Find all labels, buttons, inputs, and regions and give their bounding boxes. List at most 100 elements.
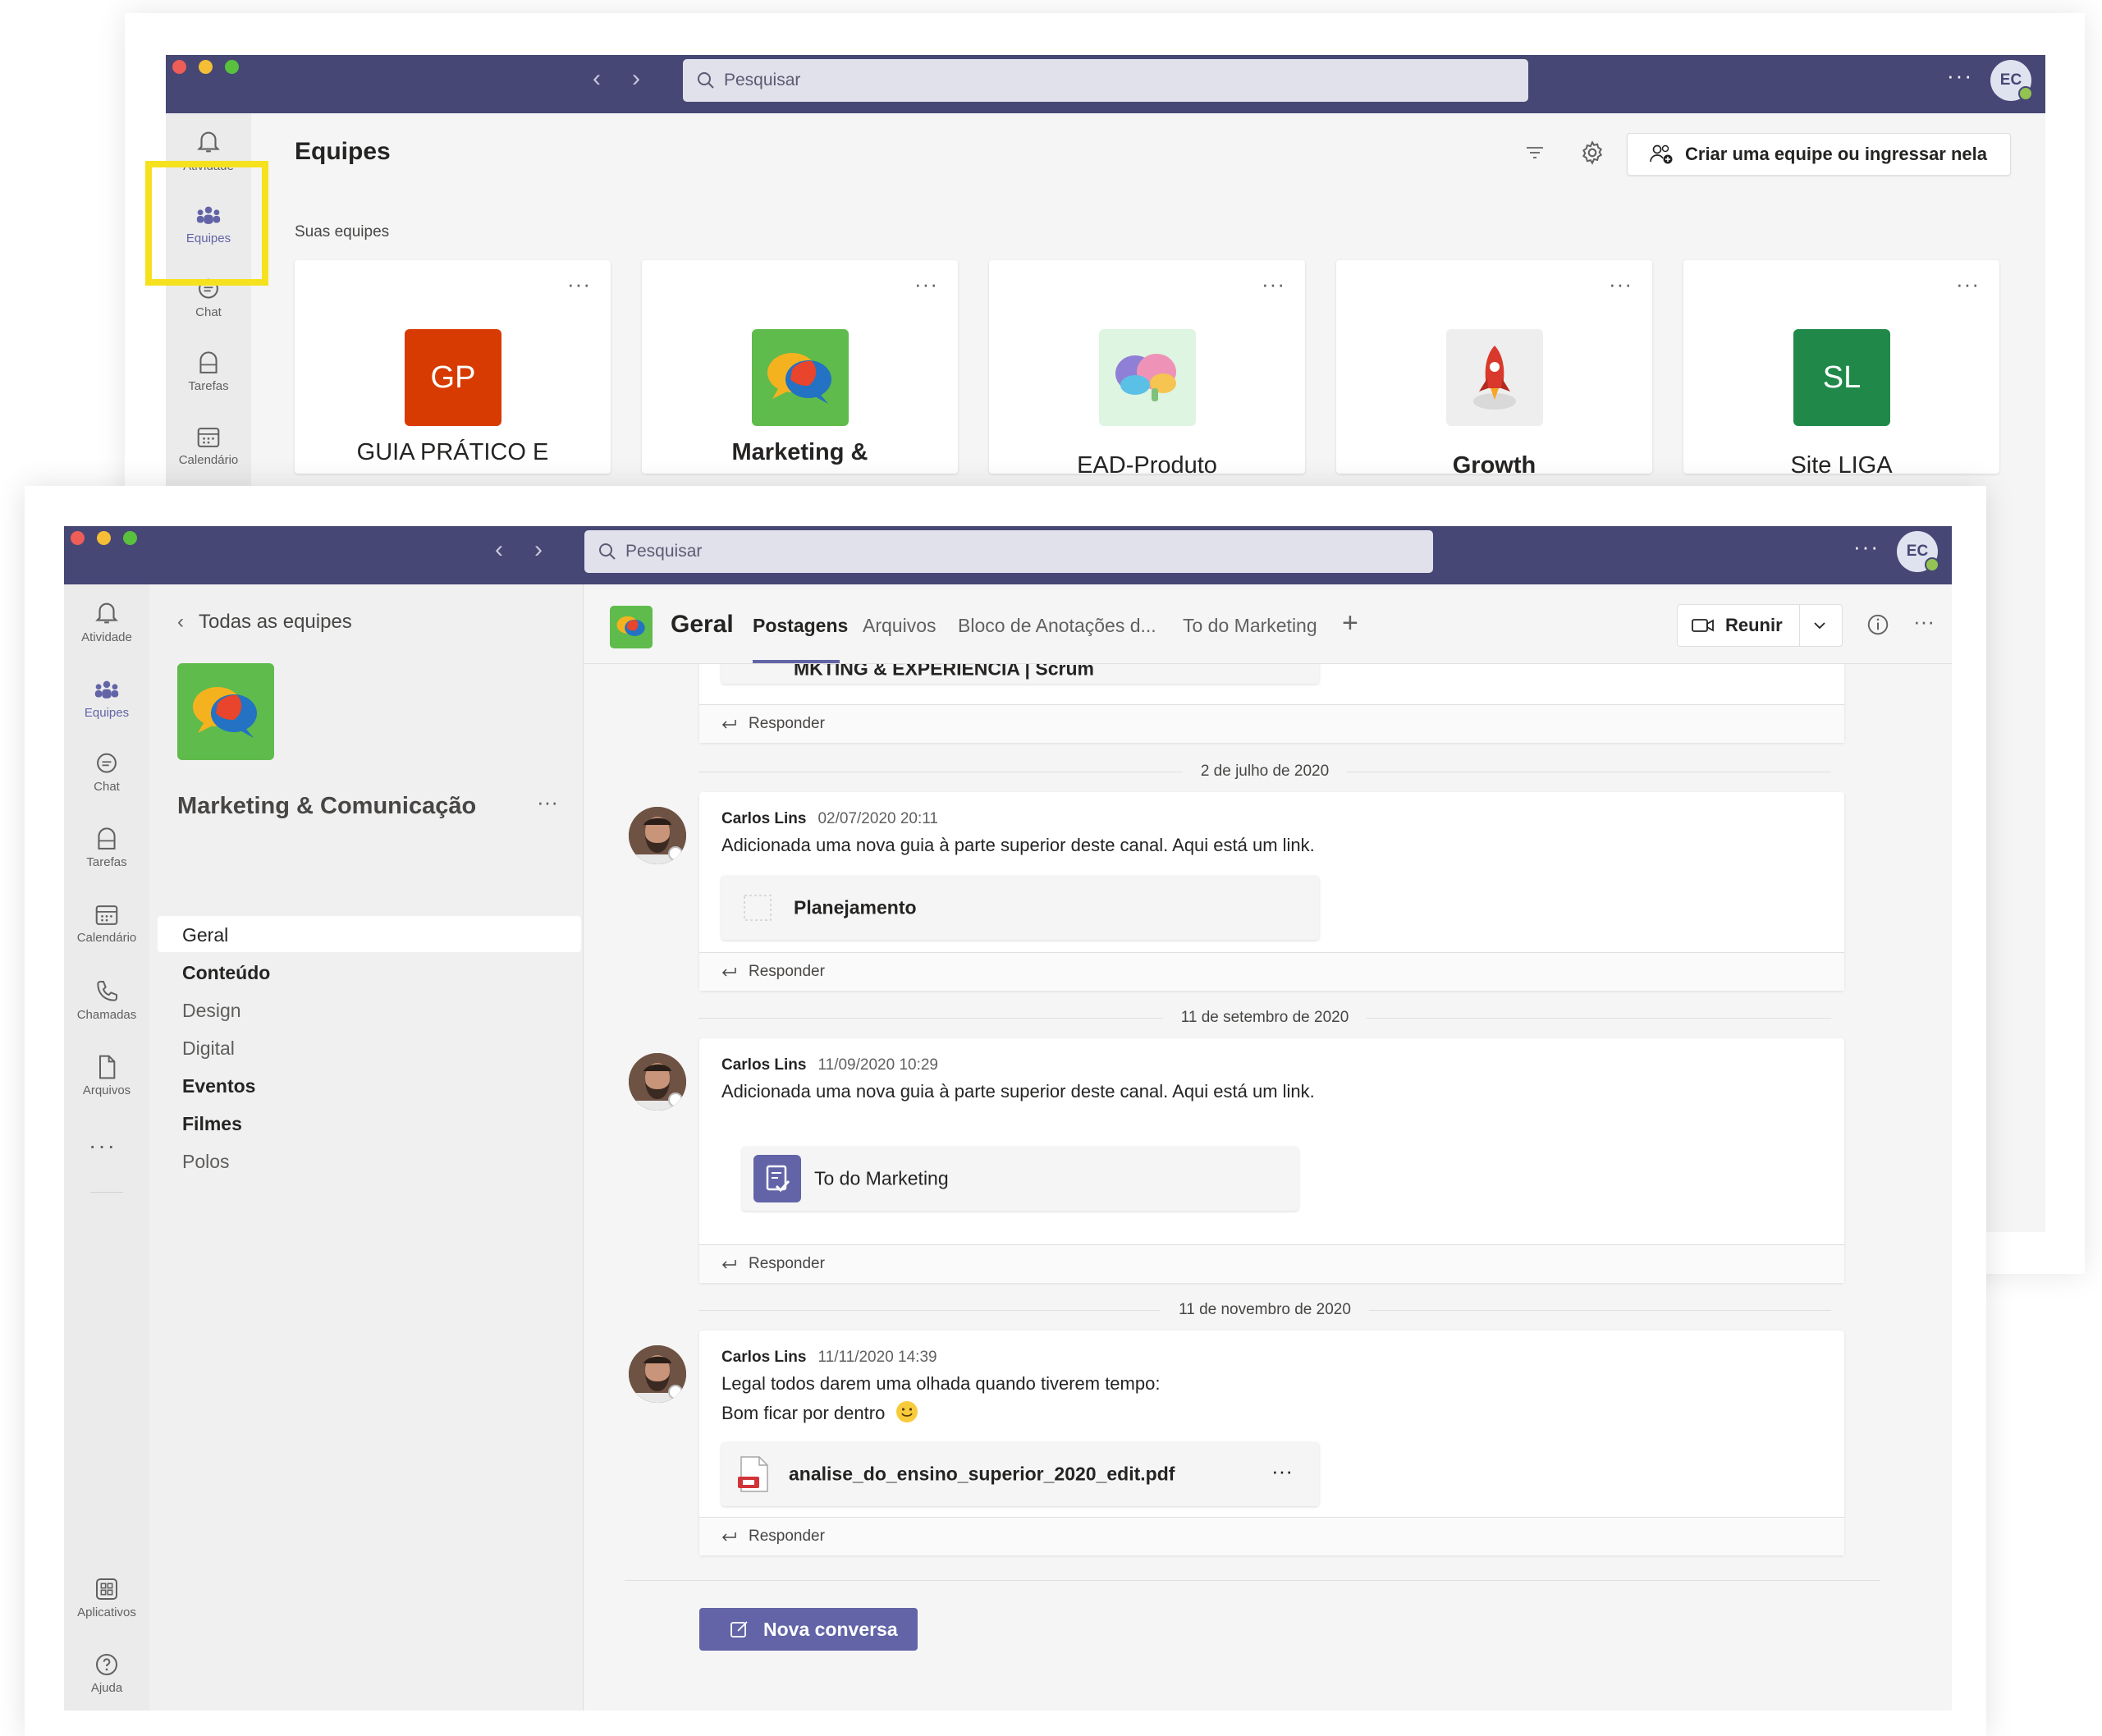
add-tab-icon[interactable]: +	[1342, 607, 1358, 639]
title-bar: ‹ › Pesquisar ··· EC	[166, 55, 2045, 113]
team-card[interactable]: ··· Marketing &	[642, 260, 958, 474]
more-options-icon[interactable]: ···	[1271, 1459, 1293, 1484]
tab-link-card[interactable]: To do Marketing	[742, 1147, 1298, 1211]
team-name: Marketing & Comunicação	[177, 793, 477, 819]
maximize-window-button[interactable]	[123, 531, 137, 545]
team-card[interactable]: ··· SL Site LIGA	[1683, 260, 1999, 474]
post-message-text: Bom ficar por dentro	[721, 1403, 886, 1423]
reply-icon	[721, 1532, 736, 1541]
back-to-teams-link[interactable]: ‹ Todas as equipes	[177, 611, 352, 634]
reply-button[interactable]: Responder	[699, 1517, 1844, 1555]
post-author[interactable]: Carlos Lins	[721, 1349, 806, 1366]
more-options-icon[interactable]: ···	[1609, 272, 1633, 297]
tab-link-card[interactable]: MKTING & EXPERIÊNCIA | Scrum	[721, 664, 1319, 684]
rail-tasks[interactable]: Tarefas	[166, 351, 251, 393]
post-author[interactable]: Carlos Lins	[721, 1056, 806, 1074]
rail-calendar[interactable]: Calendário	[64, 903, 149, 945]
post-meta: Carlos Lins 11/11/2020 14:39	[721, 1349, 937, 1367]
tab-bloco-de-anotacoes[interactable]: Bloco de Anotações d...	[958, 615, 1156, 637]
rail-calendar[interactable]: Calendário	[166, 425, 251, 467]
tab-link-card[interactable]: Planejamento	[721, 876, 1319, 940]
info-icon[interactable]	[1866, 612, 1890, 637]
rail-activity[interactable]: Atividade	[64, 599, 149, 644]
tab-to-do-marketing[interactable]: To do Marketing	[1183, 615, 1317, 637]
close-window-button[interactable]	[71, 531, 85, 545]
title-bar: ‹ › Pesquisar ··· EC	[64, 526, 1952, 584]
file-icon	[99, 1055, 116, 1079]
close-window-button[interactable]	[172, 60, 186, 74]
rail-files-label: Arquivos	[82, 1083, 131, 1097]
post-author[interactable]: Carlos Lins	[721, 810, 806, 827]
more-options-icon[interactable]: ···	[1947, 63, 1973, 89]
rail-teams[interactable]: Equipes	[64, 678, 149, 720]
tab-postagens[interactable]: Postagens	[753, 615, 848, 637]
avatar[interactable]	[629, 807, 686, 864]
new-conversation-button[interactable]: Nova conversa	[699, 1608, 918, 1651]
channel-item-digital[interactable]: Digital	[182, 1037, 235, 1060]
rail-activity-label: Atividade	[81, 630, 132, 644]
channel-item-design[interactable]: Design	[182, 1000, 241, 1022]
back-arrow-icon[interactable]: ‹	[593, 65, 601, 93]
channel-team-icon	[610, 606, 653, 648]
channel-item-geral[interactable]: Geral	[182, 924, 228, 946]
more-options-icon[interactable]: ···	[1956, 272, 1980, 297]
rail-chat[interactable]: Chat	[64, 752, 149, 794]
apps-icon	[96, 1578, 117, 1600]
back-arrow-icon[interactable]: ‹	[495, 536, 503, 564]
more-options-icon[interactable]: ···	[537, 790, 558, 815]
forward-arrow-icon[interactable]: ›	[632, 65, 640, 93]
minimize-window-button[interactable]	[97, 531, 111, 545]
rail-calls[interactable]: Chamadas	[64, 978, 149, 1022]
more-options-icon[interactable]: ···	[1262, 272, 1285, 297]
new-conversation-label: Nova conversa	[763, 1619, 898, 1640]
reply-label: Responder	[749, 715, 825, 732]
more-options-icon[interactable]: ···	[1853, 534, 1880, 560]
meet-button[interactable]: Reunir	[1677, 604, 1843, 647]
forward-arrow-icon[interactable]: ›	[534, 536, 543, 564]
rail-calls-label: Chamadas	[76, 1008, 137, 1022]
rail-apps[interactable]: Aplicativos	[64, 1576, 149, 1619]
gear-icon[interactable]	[1579, 140, 1605, 166]
team-initials: SL	[1822, 360, 1862, 395]
create-team-button[interactable]: Criar uma equipe ou ingressar nela	[1627, 133, 2011, 176]
avatar[interactable]	[629, 1345, 686, 1403]
reply-button[interactable]: Responder	[699, 704, 1844, 743]
more-options-icon[interactable]: ···	[1913, 609, 1935, 634]
reply-button[interactable]: Responder	[699, 1244, 1844, 1283]
date-label: 11 de setembro de 2020	[1162, 1009, 1367, 1026]
avatar[interactable]: EC	[1897, 531, 1939, 572]
rail-help[interactable]: Ajuda	[64, 1651, 149, 1695]
rail-tasks[interactable]: Tarefas	[64, 827, 149, 869]
reply-button[interactable]: Responder	[699, 952, 1844, 991]
team-card[interactable]: ··· Growth	[1336, 260, 1652, 474]
tab-arquivos[interactable]: Arquivos	[863, 615, 936, 637]
team-avatar: SL	[1793, 329, 1890, 426]
channel-item-polos[interactable]: Polos	[182, 1151, 230, 1173]
maximize-window-button[interactable]	[225, 60, 239, 74]
posts-scroll-area[interactable]: MKTING & EXPERIÊNCIA | Scrum Responder 2…	[584, 664, 1952, 1711]
rail-files[interactable]: Arquivos	[64, 1054, 149, 1097]
channel-item-filmes[interactable]: Filmes	[182, 1113, 242, 1135]
channel-item-eventos[interactable]: Eventos	[182, 1075, 255, 1097]
app-rail: Atividade Equipes Chat Tarefas Calendári…	[64, 584, 149, 1711]
file-attachment-card[interactable]: analise_do_ensino_superior_2020_edit.pdf…	[721, 1442, 1319, 1506]
more-options-icon[interactable]: ···	[567, 272, 591, 297]
team-card[interactable]: ··· EAD-Produto	[989, 260, 1305, 474]
minimize-window-button[interactable]	[199, 60, 213, 74]
search-input[interactable]: Pesquisar	[683, 59, 1528, 102]
reply-label: Responder	[749, 1528, 825, 1545]
post: Carlos Lins 02/07/2020 20:11 Adicionada u…	[699, 792, 1844, 991]
chevron-down-icon[interactable]	[1812, 620, 1827, 631]
more-options-icon[interactable]: ···	[914, 272, 938, 297]
more-apps-icon[interactable]: ···	[89, 1133, 117, 1159]
post-message: Adicionada uma nova guia à parte superio…	[721, 835, 1315, 855]
channel-item-conteudo[interactable]: Conteúdo	[182, 962, 270, 984]
avatar[interactable]	[629, 1053, 686, 1111]
search-input[interactable]: Pesquisar	[584, 530, 1433, 573]
team-logo	[177, 663, 274, 760]
avatar[interactable]: EC	[1990, 60, 2033, 101]
front-teams-window: ‹ › Pesquisar ··· EC Atividade Equipes C…	[64, 526, 1952, 1711]
filter-icon[interactable]	[1524, 144, 1546, 162]
rail-calendar-label: Calendário	[178, 453, 239, 467]
team-card[interactable]: ··· GP GUIA PRÁTICO E	[295, 260, 611, 474]
